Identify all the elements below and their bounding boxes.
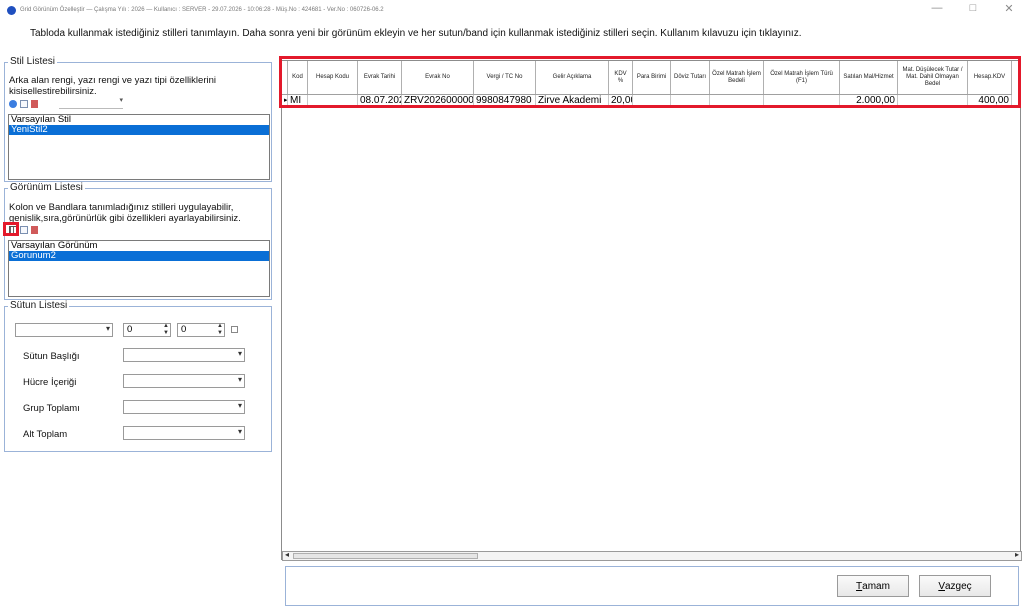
window-title: Grid Görünüm Özelleştir — Çalışma Yılı :…	[20, 7, 384, 13]
chevron-down-icon: ▾	[237, 401, 242, 410]
list-item[interactable]: Gorunum2	[9, 251, 269, 261]
delete-view-icon[interactable]	[31, 226, 38, 234]
list-item[interactable]: Varsayılan Stil	[9, 115, 269, 125]
highlight-box-grid	[279, 56, 1021, 108]
sub-total-label: Alt Toplam	[23, 429, 68, 440]
maximize-button[interactable]: □	[966, 2, 980, 15]
minimize-button[interactable]: —	[930, 2, 944, 15]
close-button[interactable]: ✕	[1002, 2, 1016, 15]
column-header-label: Sütun Başlığı	[23, 351, 80, 362]
column-select[interactable]: ▾	[15, 323, 113, 337]
button-panel: Tamam Vazgeç	[285, 566, 1019, 606]
cancel-button-label: azgeç	[944, 580, 972, 592]
style-panel-title: Stil Listesi	[8, 56, 58, 67]
style-panel-description: Arka alan rengi, yazı rengi ve yazı tipi…	[9, 75, 216, 97]
view-list-panel: Görünüm Listesi Kolon ve Bandlara tanıml…	[4, 182, 272, 300]
style-list-panel: Stil Listesi Arka alan rengi, yazı rengi…	[4, 56, 272, 182]
cell-content-select[interactable]: ▾	[123, 374, 245, 388]
view-listbox[interactable]: Varsayılan Görünüm Gorunum2	[8, 240, 270, 297]
style-dropdown[interactable]	[59, 96, 123, 109]
preview-grid[interactable]: Kod Hesap Kodu Evrak Tarihi Evrak No Ver…	[281, 60, 1021, 560]
cancel-button[interactable]: Vazgeç	[919, 575, 991, 597]
highlight-box-view-icon	[3, 222, 19, 236]
list-item[interactable]: YeniStil2	[9, 125, 269, 135]
edit-view-icon[interactable]	[20, 226, 28, 234]
cancel-button-accel: V	[938, 580, 945, 592]
ok-button[interactable]: Tamam	[837, 575, 909, 597]
delete-style-icon[interactable]	[31, 100, 38, 108]
spin-arrows-icon[interactable]: ▲ ▼	[217, 323, 223, 337]
horizontal-scrollbar[interactable]: ◂ ▸	[282, 550, 1022, 561]
spin-arrows-icon[interactable]: ▲ ▼	[163, 323, 169, 337]
edit-style-icon[interactable]	[20, 100, 28, 108]
chevron-down-icon: ▾	[237, 349, 242, 358]
scroll-right-icon[interactable]: ▸	[1015, 550, 1019, 559]
scrollbar-thumb[interactable]	[293, 553, 478, 559]
ok-button-label: amam	[862, 580, 890, 592]
column-spin-1[interactable]: 0 ▲ ▼	[123, 323, 171, 337]
view-panel-title: Görünüm Listesi	[8, 182, 85, 193]
group-total-select[interactable]: ▾	[123, 400, 245, 414]
add-style-icon[interactable]	[9, 100, 17, 108]
column-list-panel: Sütun Listesi ▾ 0 ▲ ▼ 0 ▲ ▼ Sütun Başlığı …	[4, 300, 272, 452]
sub-total-select[interactable]: ▾	[123, 426, 245, 440]
column-panel-title: Sütun Listesi	[8, 300, 70, 311]
group-total-label: Grup Toplamı	[23, 403, 80, 414]
spin-2-value: 0	[181, 324, 187, 335]
style-listbox[interactable]: Varsayılan Stil YeniStil2	[8, 114, 270, 180]
title-bar: Grid Görünüm Özelleştir — Çalışma Yılı :…	[0, 0, 1024, 20]
chevron-down-icon: ▾	[237, 375, 242, 384]
instruction-link[interactable]: Tabloda kullanmak istediğiniz stilleri t…	[30, 28, 801, 39]
chevron-down-icon: ▾	[105, 324, 110, 333]
view-panel-description: Kolon ve Bandlara tanımladığınız stiller…	[9, 202, 241, 224]
app-icon	[7, 5, 16, 15]
scroll-left-icon[interactable]: ◂	[285, 550, 289, 559]
column-visible-checkbox[interactable]	[231, 326, 238, 333]
spin-1-value: 0	[127, 324, 133, 335]
column-header-select[interactable]: ▾	[123, 348, 245, 362]
chevron-down-icon: ▾	[237, 427, 242, 436]
column-spin-2[interactable]: 0 ▲ ▼	[177, 323, 225, 337]
cell-content-label: Hücre İçeriği	[23, 377, 77, 388]
